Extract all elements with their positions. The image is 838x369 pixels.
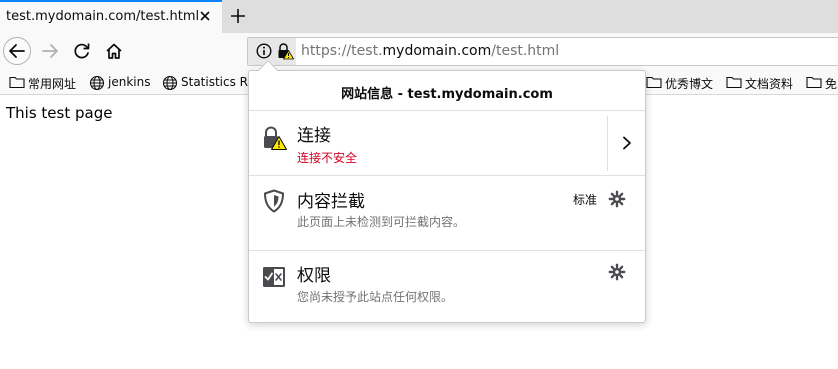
plus-icon[interactable]: [228, 6, 248, 26]
connection-status: 连接不安全: [297, 151, 358, 165]
gear-icon[interactable]: [608, 190, 626, 208]
reload-icon: [74, 43, 90, 59]
forward-button[interactable]: [36, 37, 64, 65]
info-icon[interactable]: [256, 43, 272, 59]
site-info-panel: 网站信息 - test.mydomain.com 连接 连接不安全 内容拦截 此…: [248, 60, 646, 323]
bookmark-label: 优秀博文: [665, 77, 714, 91]
arrow-left-icon: [9, 44, 25, 58]
tab-title: test.mydomain.com/test.html: [6, 9, 200, 24]
bookmark-label: Statistics Re: [181, 75, 255, 89]
reload-button[interactable]: [68, 37, 96, 65]
bookmark-label: 免: [825, 77, 838, 91]
folder-icon: [726, 76, 742, 89]
shield-icon: [264, 189, 284, 213]
content-blocking-title: 内容拦截: [297, 192, 365, 212]
connection-section: 连接 连接不安全: [249, 111, 645, 176]
globe-icon: [89, 75, 105, 91]
url-host: mydomain.com: [382, 43, 492, 59]
url-path: /test.html: [491, 43, 560, 59]
page-body-text: This test page: [6, 104, 113, 122]
url-prefix: https://test.: [301, 43, 383, 59]
panel-title: 网站信息 - test.mydomain.com: [341, 87, 553, 102]
home-button[interactable]: [100, 37, 128, 65]
identity-box[interactable]: [248, 38, 296, 65]
content-blocking-desc: 此页面上未检测到可拦截内容。: [297, 215, 466, 229]
gear-icon[interactable]: [608, 263, 626, 281]
nav-bar: https://test.mydomain.com/test.html: [0, 33, 838, 70]
bookmark-label: 常用网址: [28, 77, 77, 91]
panel-header: 网站信息 - test.mydomain.com: [249, 71, 645, 111]
permissions-desc: 您尚未授予此站点任何权限。: [297, 290, 454, 304]
connection-details-button[interactable]: [607, 116, 645, 171]
bookmark-label: jenkins: [108, 75, 151, 89]
folder-icon: [646, 76, 662, 89]
back-button[interactable]: [3, 37, 31, 65]
insecure-lock-icon: [264, 126, 287, 150]
content-blocking-section: 内容拦截 此页面上未检测到可拦截内容。 标准: [249, 176, 645, 251]
tab-strip: test.mydomain.com/test.html: [0, 0, 838, 33]
folder-icon: [9, 76, 25, 89]
insecure-lock-icon[interactable]: [276, 42, 294, 60]
folder-icon: [806, 76, 822, 89]
permissions-icon: [263, 267, 285, 287]
arrow-right-icon: [42, 44, 58, 58]
blocking-level-label: 标准: [573, 193, 598, 207]
bookmark-label: 文档资料: [745, 77, 794, 91]
permissions-title: 权限: [297, 266, 331, 286]
url-text[interactable]: https://test.mydomain.com/test.html: [301, 43, 559, 59]
home-icon: [106, 43, 122, 59]
connection-title: 连接: [297, 126, 331, 146]
chevron-right-icon: [623, 136, 631, 150]
tab-active[interactable]: test.mydomain.com/test.html: [0, 0, 222, 33]
permissions-section: 权限 您尚未授予此站点任何权限。: [249, 251, 645, 323]
close-icon[interactable]: [196, 7, 214, 25]
url-bar[interactable]: https://test.mydomain.com/test.html: [247, 37, 838, 66]
globe-icon: [162, 75, 178, 91]
